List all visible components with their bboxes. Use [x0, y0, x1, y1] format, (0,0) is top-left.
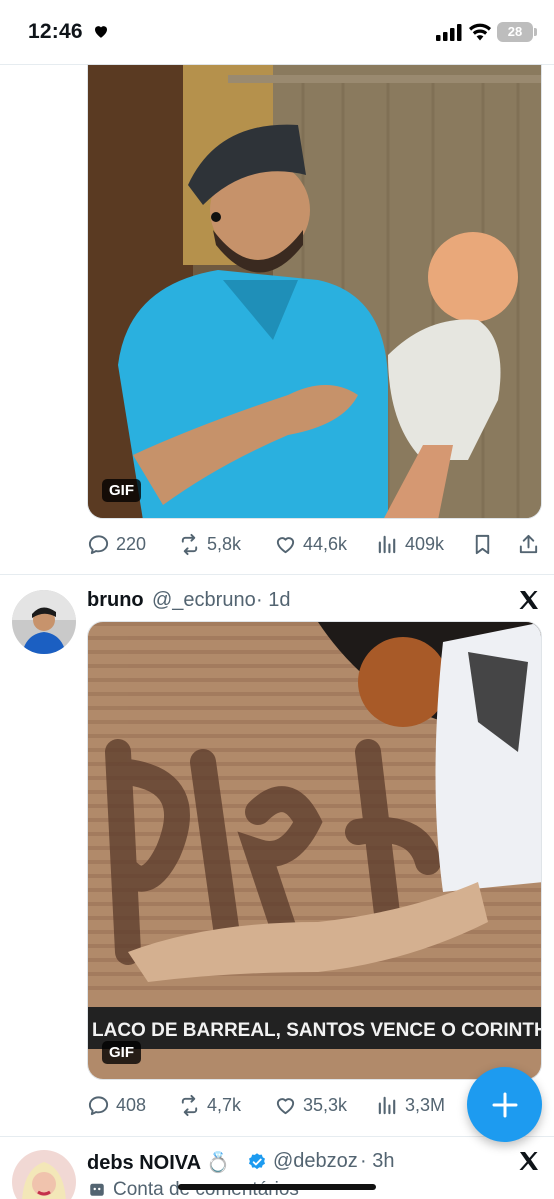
account-label-icon: [90, 1183, 104, 1196]
tweet-time[interactable]: · 3h: [360, 1150, 394, 1173]
like-icon: [276, 1097, 295, 1114]
like-count: 44,6k: [303, 533, 348, 554]
wifi-icon: [469, 23, 491, 41]
reply-button[interactable]: 408: [87, 1090, 146, 1120]
repost-count: 5,8k: [207, 533, 242, 554]
views-icon: [378, 535, 396, 553]
repost-icon: [181, 1094, 198, 1116]
home-indicator: [178, 1184, 376, 1190]
avatar[interactable]: [12, 590, 76, 654]
reply-icon: [88, 1095, 109, 1115]
divider: [0, 574, 554, 575]
avatar[interactable]: [12, 1150, 76, 1199]
battery-tip: [534, 28, 537, 36]
compose-button[interactable]: [467, 1067, 542, 1142]
user-handle[interactable]: @_ecbruno: [152, 589, 256, 612]
user-name[interactable]: debs NOIVA 💍: [87, 1150, 231, 1175]
status-bar: 12:46 28: [0, 0, 554, 64]
like-button[interactable]: 35,3k: [274, 1090, 347, 1120]
like-icon: [276, 536, 295, 553]
repost-button[interactable]: 4,7k: [178, 1090, 241, 1120]
signal-icon: [436, 24, 462, 41]
x-logo-icon: [519, 591, 538, 609]
status-time: 12:46: [28, 20, 83, 43]
reply-count: 220: [116, 533, 147, 554]
x-logo-icon: [519, 1152, 538, 1170]
views-count: 3,3M: [405, 1094, 446, 1115]
tweet-actions: 220 5,8k 44,6k 409k: [87, 529, 545, 559]
reply-count: 408: [116, 1094, 147, 1115]
verified-icon: [249, 1153, 265, 1170]
divider: [0, 1136, 554, 1137]
user-handle[interactable]: @debzoz: [273, 1150, 358, 1173]
tweet-media-gif[interactable]: LACO DE BARREAL, SANTOS VENCE O CORINTHI…: [87, 621, 542, 1080]
views-icon: [378, 1096, 396, 1114]
video-caption: LACO DE BARREAL, SANTOS VENCE O CORINTHI: [92, 1020, 542, 1041]
views-button[interactable]: 409k: [376, 529, 444, 559]
views-count: 409k: [405, 533, 445, 554]
tweet-media-gif[interactable]: GIF: [87, 64, 542, 519]
views-button[interactable]: 3,3M: [376, 1090, 445, 1120]
like-button[interactable]: 44,6k: [274, 529, 347, 559]
repost-icon: [181, 533, 198, 555]
heart-icon: [95, 26, 107, 38]
user-name[interactable]: bruno: [87, 589, 144, 612]
avatar-image: [12, 590, 76, 654]
repost-count: 4,7k: [207, 1094, 242, 1115]
battery-icon: 28: [497, 22, 533, 42]
gif-badge: GIF: [102, 479, 141, 502]
reply-icon: [88, 534, 109, 554]
compose-icon: [492, 1092, 517, 1117]
gif-frame: LACO DE BARREAL, SANTOS VENCE O CORINTHI: [88, 622, 542, 1079]
avatar-image: [12, 1150, 76, 1199]
share-button[interactable]: [517, 529, 546, 559]
reply-button[interactable]: 220: [87, 529, 146, 559]
bookmark-button[interactable]: [471, 529, 500, 559]
tweet-time[interactable]: · 1d: [256, 589, 290, 612]
bookmark-icon: [475, 534, 490, 554]
like-count: 35,3k: [303, 1094, 348, 1115]
gif-badge: GIF: [102, 1041, 141, 1064]
gif-frame: [88, 65, 541, 518]
share-icon: [519, 534, 538, 553]
repost-button[interactable]: 5,8k: [178, 529, 241, 559]
